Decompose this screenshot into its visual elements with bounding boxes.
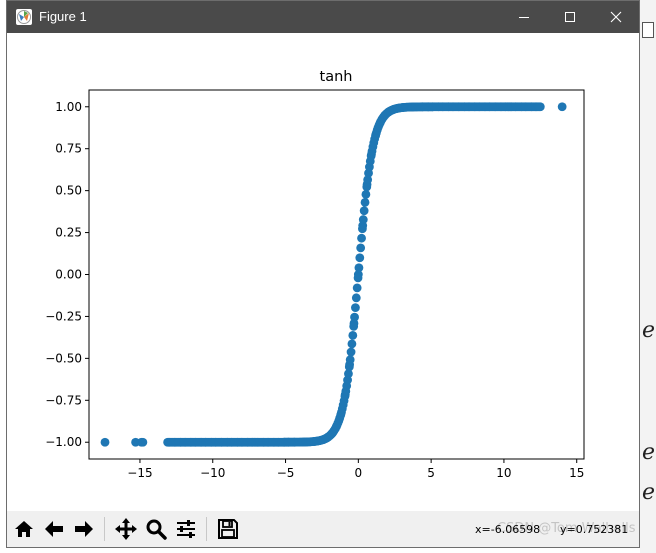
scatter-point bbox=[351, 293, 361, 303]
scatter-point bbox=[345, 355, 355, 365]
minimize-button[interactable] bbox=[501, 1, 547, 33]
scatter-point bbox=[355, 253, 365, 263]
configure-subplots-button[interactable] bbox=[172, 515, 200, 543]
y-tick-label: 1.00 bbox=[55, 100, 82, 114]
y-tick-label: −0.50 bbox=[45, 351, 82, 365]
y-axis: −1.00 −0.75 −0.50 −0.25 0.00 0.25 0.50 0.75 1.00 bbox=[45, 100, 89, 449]
home-icon bbox=[15, 521, 33, 537]
scatter-point bbox=[354, 263, 364, 273]
background-window-strip: e e e bbox=[640, 0, 656, 553]
figure-window: Figure 1 tanh −15 −10 −5 0 5 10 15 −1.00 −0.75−… bbox=[6, 0, 640, 548]
scatter-point bbox=[360, 197, 370, 207]
x-axis: −15 −10 −5 0 5 10 15 bbox=[127, 459, 584, 480]
zoom-button[interactable] bbox=[142, 515, 170, 543]
axes-frame bbox=[88, 89, 585, 460]
x-tick-label: −15 bbox=[127, 466, 152, 480]
configure-subplots-icon bbox=[177, 520, 195, 538]
matplotlib-app-icon bbox=[16, 9, 32, 25]
cursor-x-readout: x=-6.06598 bbox=[475, 523, 541, 536]
close-icon bbox=[610, 11, 622, 23]
close-button[interactable] bbox=[593, 1, 639, 33]
scatter-point bbox=[100, 437, 110, 447]
home-button[interactable] bbox=[10, 515, 38, 543]
toolbar-separator bbox=[104, 517, 105, 541]
background-glyph: e bbox=[642, 440, 656, 465]
x-tick-label: 0 bbox=[355, 466, 363, 480]
maximize-button[interactable] bbox=[547, 1, 593, 33]
save-button[interactable] bbox=[214, 515, 242, 543]
scatter-point bbox=[361, 189, 371, 199]
scatter-point bbox=[357, 233, 366, 243]
forward-button[interactable] bbox=[70, 515, 98, 543]
document-icon bbox=[642, 22, 654, 38]
x-tick-label: 15 bbox=[569, 466, 584, 480]
scatter-point bbox=[346, 347, 356, 357]
y-tick-label: −0.75 bbox=[45, 393, 82, 407]
scatter-point bbox=[353, 273, 363, 283]
pan-icon bbox=[115, 518, 137, 540]
scatter-point bbox=[358, 224, 367, 234]
x-tick-label: −10 bbox=[200, 466, 225, 480]
x-tick-label: −5 bbox=[277, 466, 295, 480]
forward-arrow-icon bbox=[75, 521, 93, 537]
zoom-icon bbox=[146, 519, 167, 540]
scatter-point bbox=[535, 102, 545, 112]
scatter-point bbox=[347, 339, 357, 349]
scatter-point bbox=[359, 206, 369, 216]
toolbar-separator bbox=[206, 517, 207, 541]
scatter-point bbox=[138, 437, 148, 447]
scatter-point bbox=[349, 322, 359, 331]
y-tick-label: 0.25 bbox=[55, 226, 82, 240]
scatter-point bbox=[348, 330, 358, 340]
figure-canvas[interactable]: tanh −15 −10 −5 0 5 10 15 −1.00 −0.75 −0.50 −0.25… bbox=[7, 33, 639, 511]
scatter-point bbox=[358, 215, 368, 224]
scatter-point bbox=[350, 312, 359, 322]
chart-svg[interactable]: tanh −15 −10 −5 0 5 10 15 −1.00 −0.75 −0.50 −0.25… bbox=[7, 33, 639, 511]
scatter-point bbox=[351, 303, 360, 313]
background-glyph: e bbox=[642, 480, 656, 505]
y-tick-label: −0.25 bbox=[45, 309, 82, 323]
y-tick-label: 0.75 bbox=[55, 142, 82, 156]
scatter-point bbox=[356, 243, 366, 253]
maximize-icon bbox=[565, 12, 575, 22]
x-tick-label: 5 bbox=[427, 466, 435, 480]
scatter-points bbox=[100, 102, 567, 447]
minimize-icon bbox=[519, 17, 529, 18]
y-tick-label: 0.00 bbox=[55, 268, 82, 282]
window-title: Figure 1 bbox=[39, 9, 87, 24]
y-tick-label: 0.50 bbox=[55, 184, 82, 198]
pan-button[interactable] bbox=[112, 515, 140, 543]
y-tick-label: −1.00 bbox=[45, 435, 82, 449]
background-glyph: e bbox=[642, 318, 656, 343]
x-tick-label: 10 bbox=[496, 466, 511, 480]
back-arrow-icon bbox=[45, 521, 63, 537]
chart-title: tanh bbox=[320, 69, 353, 85]
scatter-point bbox=[352, 283, 362, 293]
back-button[interactable] bbox=[40, 515, 68, 543]
scatter-point bbox=[557, 102, 567, 112]
cursor-y-readout: y=0.752381 bbox=[560, 523, 629, 536]
navigation-toolbar: CSDN @Tom Walhalls x=-6.06598 y=0.752381 bbox=[7, 511, 639, 547]
title-bar[interactable]: Figure 1 bbox=[7, 1, 639, 33]
save-icon bbox=[218, 519, 238, 539]
